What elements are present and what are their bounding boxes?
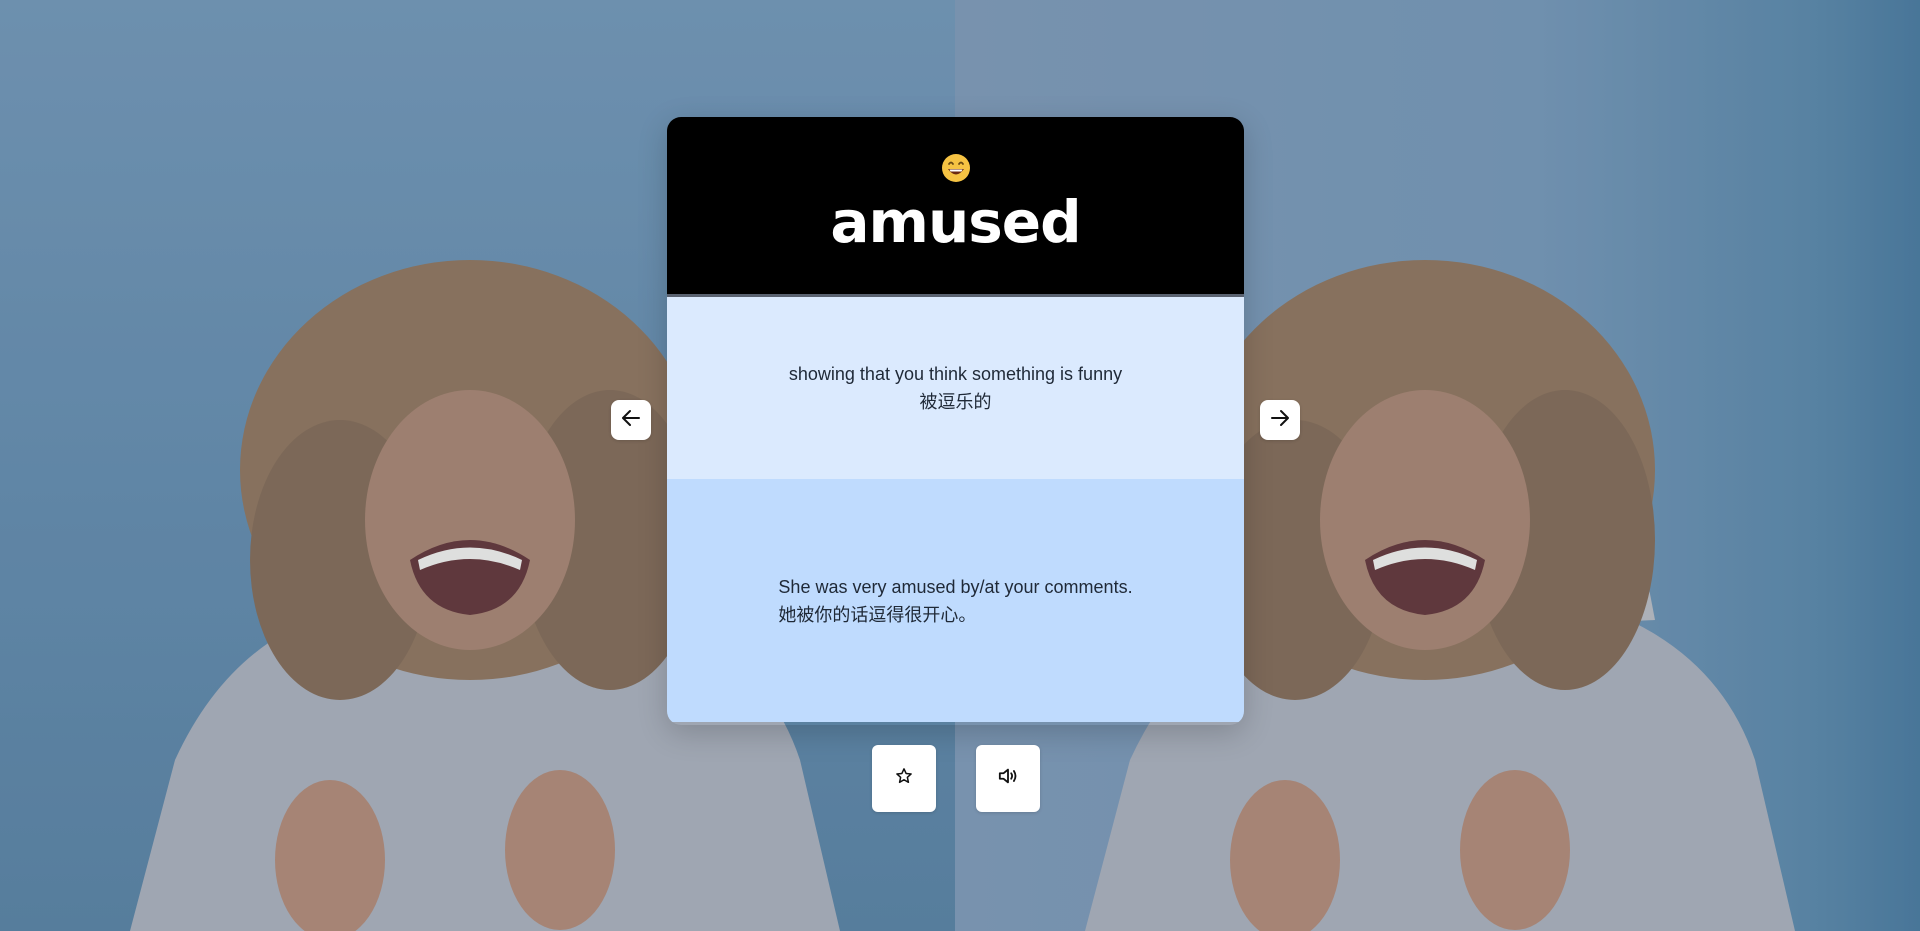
app-stage: amused showing that you think something …	[0, 0, 1920, 931]
example-english: She was very amused by/at your comments.	[778, 576, 1133, 597]
flashcard: amused showing that you think something …	[667, 117, 1244, 725]
arrow-right-icon	[1269, 407, 1291, 434]
favorite-button[interactable]	[872, 745, 936, 812]
example-chinese: 她被你的话逗得很开心。	[778, 604, 977, 625]
example-section: She was very amused by/at your comments.…	[667, 479, 1244, 722]
grinning-face-icon	[941, 153, 971, 183]
previous-card-button[interactable]	[611, 400, 651, 440]
definition-section: showing that you think something is funn…	[667, 297, 1244, 479]
speaker-icon	[997, 766, 1019, 791]
vocabulary-word: amused	[830, 188, 1081, 256]
next-card-button[interactable]	[1260, 400, 1300, 440]
definition-chinese: 被逗乐的	[919, 392, 992, 412]
pronounce-button[interactable]	[976, 745, 1040, 812]
arrow-left-icon	[620, 407, 642, 434]
card-header: amused	[667, 117, 1244, 297]
definition-english: showing that you think something is funn…	[788, 364, 1123, 384]
star-icon	[895, 767, 913, 790]
